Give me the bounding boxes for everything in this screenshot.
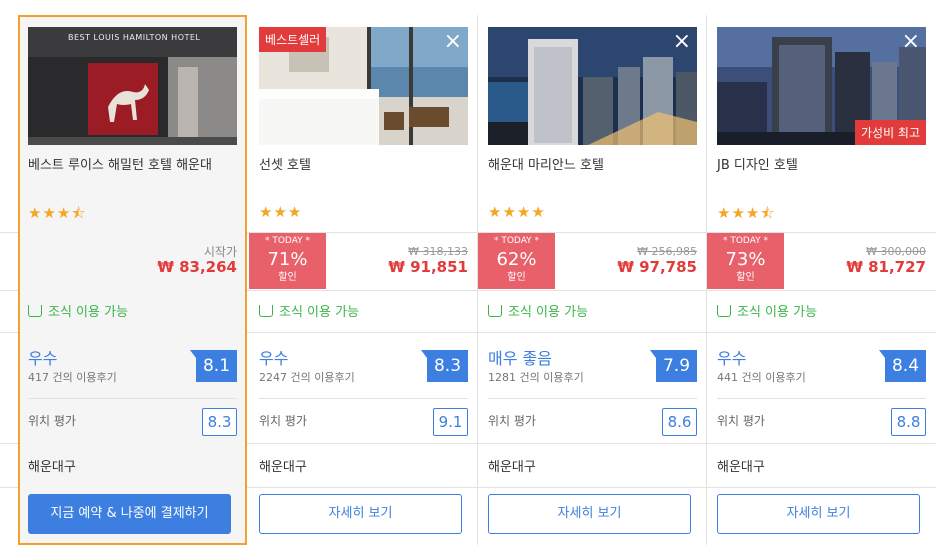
divider — [488, 398, 697, 399]
star-rating: ★★★★ — [488, 203, 546, 221]
deal-tag: * TODAY * — [493, 236, 540, 246]
star-rating: ★★★ — [259, 203, 303, 221]
location-rating-label: 위치 평가 — [28, 414, 76, 428]
review-grade: 우수 — [28, 349, 58, 368]
price: ₩ 91,851 — [388, 258, 468, 276]
review-grade: 우수 — [717, 349, 747, 368]
review-count[interactable]: 1281 건의 이용후기 — [488, 369, 584, 385]
view-details-button[interactable]: 자세히 보기 — [259, 494, 462, 534]
divider — [717, 398, 926, 399]
star-rating: ★★★⯪ — [717, 204, 776, 222]
review-score: 7.9 — [650, 350, 697, 382]
review-grade: 매우 좋음 — [488, 349, 552, 368]
price: ₩ 97,785 — [617, 258, 697, 276]
best-value-badge: 가성비 최고 — [854, 120, 926, 145]
location-score: 8.3 — [202, 408, 237, 436]
discount-label: 할인 — [736, 272, 755, 283]
hotel-card[interactable]: 베스트셀러 × 선셋 호텔 ★★★ * TODAY * 71% 할인 ₩ 318… — [249, 15, 478, 545]
view-details-button[interactable]: 자세히 보기 — [717, 494, 920, 534]
deal-tag: * TODAY * — [264, 236, 311, 246]
hotel-name[interactable]: 해운대 마리안느 호텔 — [488, 155, 693, 176]
discount-label: 할인 — [278, 272, 297, 283]
close-icon[interactable]: × — [902, 31, 920, 53]
location-rating-label: 위치 평가 — [717, 414, 765, 428]
hotel-card[interactable]: × 가성비 최고 JB 디자인 호텔 ★★★⯪ * TODAY * 73% 할인… — [707, 15, 936, 545]
hotel-photo[interactable]: × — [488, 27, 697, 145]
original-price: ₩ 318,133 — [408, 245, 468, 258]
breakfast-available: 조식 이용 가능 — [259, 301, 359, 320]
breakfast-label: 조식 이용 가능 — [508, 305, 589, 320]
location-rating-label: 위치 평가 — [488, 414, 536, 428]
review-grade: 우수 — [259, 349, 289, 368]
review-score: 8.4 — [879, 350, 926, 382]
view-details-button[interactable]: 자세히 보기 — [488, 494, 691, 534]
location-rating-label: 위치 평가 — [259, 414, 307, 428]
discount-percent: 71% — [267, 249, 308, 270]
today-deal-badge: * TODAY * 71% 할인 — [249, 233, 326, 289]
hotel-photo[interactable]: BEST LOUIS HAMILTON HOTEL — [28, 27, 237, 145]
breakfast-label: 조식 이용 가능 — [48, 305, 129, 320]
breakfast-available: 조식 이용 가능 — [28, 301, 128, 320]
hotel-photo[interactable]: × 가성비 최고 — [717, 27, 926, 145]
coffee-cup-icon — [259, 305, 273, 317]
discount-percent: 73% — [725, 249, 766, 270]
discount-percent: 62% — [496, 249, 537, 270]
district: 해운대구 — [259, 460, 307, 475]
review-count[interactable]: 417 건의 이용후기 — [28, 369, 117, 385]
hotel-name[interactable]: JB 디자인 호텔 — [717, 155, 922, 176]
today-deal-badge: * TODAY * 73% 할인 — [707, 233, 784, 289]
review-score: 8.1 — [190, 350, 237, 382]
district: 해운대구 — [717, 460, 765, 475]
deal-tag: * TODAY * — [722, 236, 769, 246]
coffee-cup-icon — [488, 305, 502, 317]
location-score: 8.8 — [891, 408, 926, 436]
hotel-sign-text: BEST LOUIS HAMILTON HOTEL — [68, 33, 201, 42]
price: ₩ 81,727 — [846, 258, 926, 276]
district: 해운대구 — [488, 460, 536, 475]
close-icon[interactable]: × — [673, 31, 691, 53]
star-rating: ★★★⯪ — [28, 204, 87, 222]
original-price: ₩ 300,000 — [866, 245, 926, 258]
original-price: ₩ 256,985 — [637, 245, 697, 258]
bestseller-badge: 베스트셀러 — [259, 27, 327, 52]
price: ₩ 83,264 — [157, 258, 237, 276]
close-icon[interactable]: × — [444, 31, 462, 53]
hotel-name[interactable]: 선셋 호텔 — [259, 155, 464, 176]
hotel-photo[interactable]: 베스트셀러 × — [259, 27, 468, 145]
hotel-card[interactable]: × 해운대 마리안느 호텔 ★★★★ * TODAY * 62% 할인 ₩ 25… — [478, 15, 707, 545]
today-deal-badge: * TODAY * 62% 할인 — [478, 233, 555, 289]
book-now-pay-later-button[interactable]: 지금 예약 & 나중에 결제하기 — [28, 494, 231, 534]
divider — [259, 398, 468, 399]
discount-label: 할인 — [507, 272, 526, 283]
hotel-name[interactable]: 베스트 루이스 해밀턴 호텔 해운대 — [28, 155, 233, 176]
coffee-cup-icon — [717, 305, 731, 317]
district: 해운대구 — [28, 460, 76, 475]
review-count[interactable]: 2247 건의 이용후기 — [259, 369, 355, 385]
breakfast-label: 조식 이용 가능 — [737, 305, 818, 320]
coffee-cup-icon — [28, 305, 42, 317]
hotel-card-selected[interactable]: BEST LOUIS HAMILTON HOTEL 베스트 루이스 해밀턴 호텔… — [18, 15, 247, 545]
breakfast-available: 조식 이용 가능 — [488, 301, 588, 320]
review-score: 8.3 — [421, 350, 468, 382]
review-count[interactable]: 441 건의 이용후기 — [717, 369, 806, 385]
breakfast-available: 조식 이용 가능 — [717, 301, 817, 320]
location-score: 9.1 — [433, 408, 468, 436]
divider — [28, 398, 237, 399]
location-score: 8.6 — [662, 408, 697, 436]
breakfast-label: 조식 이용 가능 — [279, 305, 360, 320]
